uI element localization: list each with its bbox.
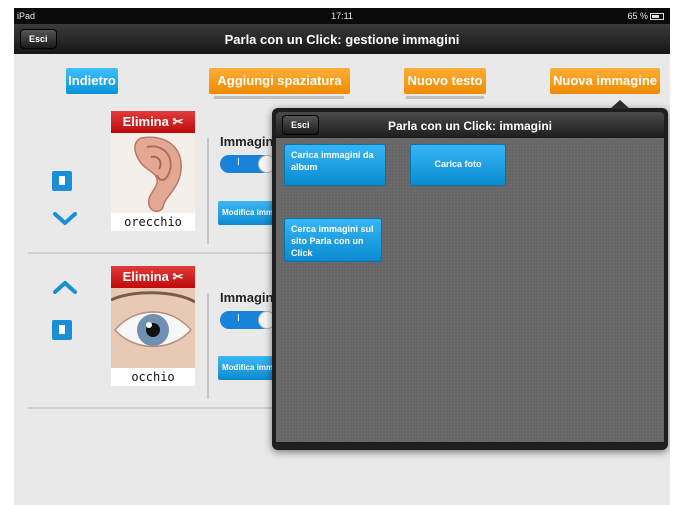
back-button[interactable]: Indietro (66, 68, 118, 94)
new-text-button[interactable]: Nuovo testo (404, 68, 486, 94)
image-label: Immagin (220, 290, 274, 305)
popover-title: Parla con un Click: immagini (387, 119, 553, 133)
move-up-icon[interactable] (52, 280, 78, 294)
popover-body: Carica immagini da album Carica foto Cer… (276, 138, 664, 442)
eye-image (111, 288, 195, 368)
image-toggle[interactable]: I (220, 155, 276, 173)
delete-label: Elimina (122, 114, 169, 129)
toggle-text: I (237, 157, 240, 168)
battery-indicator: 65 % (627, 11, 664, 21)
image-label: Immagin (220, 134, 274, 149)
divider (214, 96, 344, 99)
popover-nav-bar: Esci Parla con un Click: immagini (276, 112, 664, 138)
divider (207, 293, 209, 399)
load-album-button[interactable]: Carica immagini da album (284, 144, 386, 186)
divider (406, 96, 484, 99)
load-photo-button[interactable]: Carica foto (410, 144, 506, 186)
nav-bar: Esci Parla con un Click: gestione immagi… (14, 24, 670, 54)
delete-label: Elimina (122, 269, 169, 284)
modify-image-button[interactable]: Modifica imm (218, 356, 278, 380)
popover-arrow (610, 100, 630, 109)
image-toggle[interactable]: I (220, 311, 276, 329)
search-site-button[interactable]: Cerca immagini sul sito Parla con un Cli… (284, 218, 382, 262)
modify-image-button[interactable]: Modifica imm (218, 201, 278, 225)
image-source-popover: Esci Parla con un Click: immagini Carica… (272, 100, 668, 450)
image-caption: occhio (111, 368, 195, 386)
move-down-icon[interactable] (52, 212, 78, 226)
document-icon (59, 325, 65, 334)
scissors-icon: ✂ (172, 269, 184, 284)
edit-button[interactable] (52, 171, 72, 191)
status-bar: iPad 17:11 65 % (14, 8, 670, 24)
add-spacing-button[interactable]: Aggiungi spaziatura (209, 68, 350, 94)
delete-button[interactable]: Elimina ✂ (111, 111, 195, 133)
scissors-icon: ✂ (172, 114, 184, 129)
divider (207, 138, 209, 244)
edit-button[interactable] (52, 320, 72, 340)
document-icon (59, 176, 65, 185)
battery-icon (650, 13, 664, 20)
ipad-screen: iPad 17:11 65 % Esci Parla con un Click:… (14, 8, 670, 505)
new-image-button[interactable]: Nuova immagine (550, 68, 660, 94)
clock: 17:11 (331, 11, 353, 21)
delete-button[interactable]: Elimina ✂ (111, 266, 195, 288)
battery-percent: 65 % (627, 11, 648, 21)
toggle-text: I (237, 313, 240, 324)
image-caption: orecchio (111, 213, 195, 231)
page-title: Parla con un Click: gestione immagini (224, 32, 460, 47)
ear-image (111, 133, 195, 213)
